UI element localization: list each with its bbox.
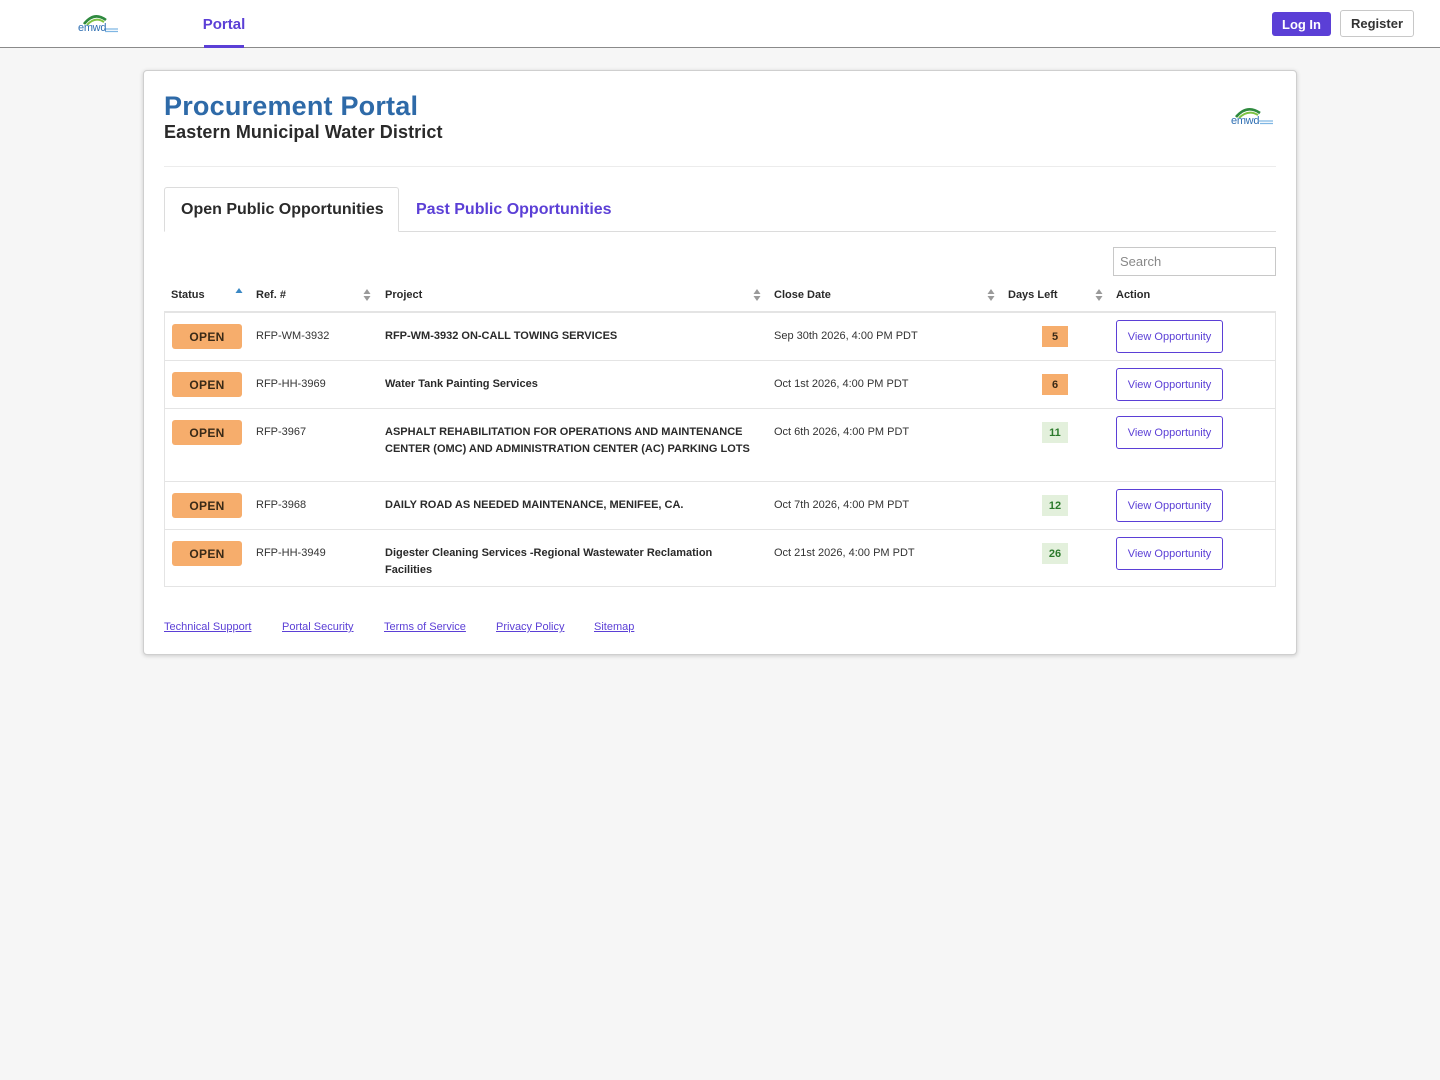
days-left-badge: 5 (1042, 326, 1068, 347)
column-header-days-left[interactable]: Days Left (1008, 286, 1058, 304)
tab-open-opportunities[interactable]: Open Public Opportunities (164, 187, 399, 232)
project-name: RFP-WM-3932 ON-CALL TOWING SERVICES (385, 330, 618, 342)
project-name: DAILY ROAD AS NEEDED MAINTENANCE, MENIFE… (385, 499, 684, 511)
footer-link-sitemap[interactable]: Sitemap (594, 621, 634, 633)
tab-past-opportunities[interactable]: Past Public Opportunities (416, 187, 612, 232)
table-row: OPEN RFP-HH-3969 Water Tank Painting Ser… (165, 361, 1275, 409)
status-badge: OPEN (172, 372, 242, 397)
close-date: Oct 21st 2026, 4:00 PM PDT (774, 547, 915, 559)
sort-both-icon[interactable] (753, 287, 761, 303)
ref-number: RFP-3967 (256, 426, 307, 438)
days-left-badge: 12 (1042, 495, 1068, 516)
footer-link-portal-security[interactable]: Portal Security (282, 621, 354, 633)
column-header-close-date[interactable]: Close Date (774, 286, 831, 304)
view-opportunity-button[interactable]: View Opportunity (1116, 320, 1223, 353)
search-input[interactable] (1113, 247, 1276, 276)
close-date: Oct 7th 2026, 4:00 PM PDT (774, 499, 910, 511)
login-button[interactable]: Log In (1272, 12, 1331, 36)
sort-both-icon[interactable] (987, 287, 995, 303)
close-date: Sep 30th 2026, 4:00 PM PDT (774, 330, 918, 342)
table-row: OPEN RFP-3967 ASPHALT REHABILITATION FOR… (165, 409, 1275, 482)
days-left-badge: 26 (1042, 543, 1068, 564)
status-badge: OPEN (172, 324, 242, 349)
ref-number: RFP-HH-3949 (256, 547, 326, 559)
page-subtitle: Eastern Municipal Water District (164, 122, 443, 142)
days-left-badge: 6 (1042, 374, 1068, 395)
project-name: ASPHALT REHABILITATION FOR OPERATIONS AN… (385, 426, 750, 455)
footer-link-terms-of-service[interactable]: Terms of Service (384, 621, 466, 633)
footer-link-technical-support[interactable]: Technical Support (164, 621, 251, 633)
sort-both-icon[interactable] (363, 287, 371, 303)
page-title: Procurement Portal (164, 91, 419, 121)
register-button[interactable]: Register (1340, 10, 1414, 37)
table-row: OPEN RFP-HH-3949 Digester Cleaning Servi… (165, 530, 1275, 586)
status-badge: OPEN (172, 493, 242, 518)
project-name: Digester Cleaning Services -Regional Was… (385, 547, 713, 576)
view-opportunity-button[interactable]: View Opportunity (1116, 368, 1223, 401)
table-row: OPEN RFP-WM-3932 RFP-WM-3932 ON-CALL TOW… (165, 313, 1275, 361)
status-badge: OPEN (172, 541, 242, 566)
nav-tab-portal[interactable]: Portal (203, 0, 245, 48)
view-opportunity-button[interactable]: View Opportunity (1116, 537, 1223, 570)
sort-ascending-icon[interactable] (235, 287, 243, 303)
top-navbar: emwd Portal Log In Register (0, 0, 1440, 48)
logo-text: emwd (1231, 115, 1260, 127)
emwd-logo-link[interactable]: emwd (78, 12, 120, 34)
close-date: Oct 1st 2026, 4:00 PM PDT (774, 378, 909, 390)
status-badge: OPEN (172, 420, 242, 445)
days-left-badge: 11 (1042, 422, 1068, 443)
card-logo: emwd (1231, 105, 1275, 127)
ref-number: RFP-3968 (256, 499, 307, 511)
ref-number: RFP-WM-3932 (256, 330, 330, 342)
column-header-ref[interactable]: Ref. # (256, 286, 286, 304)
procurement-card: Procurement Portal Eastern Municipal Wat… (143, 70, 1297, 655)
column-header-action: Action (1116, 289, 1151, 301)
view-opportunity-button[interactable]: View Opportunity (1116, 416, 1223, 449)
logo-text: emwd (78, 22, 107, 34)
ref-number: RFP-HH-3969 (256, 378, 326, 390)
table-row: OPEN RFP-3968 DAILY ROAD AS NEEDED MAINT… (165, 482, 1275, 530)
close-date: Oct 6th 2026, 4:00 PM PDT (774, 426, 910, 438)
project-name: Water Tank Painting Services (385, 378, 538, 390)
footer-link-privacy-policy[interactable]: Privacy Policy (496, 621, 564, 633)
opportunities-table: OPEN RFP-WM-3932 RFP-WM-3932 ON-CALL TOW… (164, 313, 1276, 587)
column-header-project[interactable]: Project (385, 286, 422, 304)
header-divider (164, 166, 1276, 167)
column-header-status[interactable]: Status (171, 286, 205, 304)
view-opportunity-button[interactable]: View Opportunity (1116, 489, 1223, 522)
sort-both-icon[interactable] (1095, 287, 1103, 303)
